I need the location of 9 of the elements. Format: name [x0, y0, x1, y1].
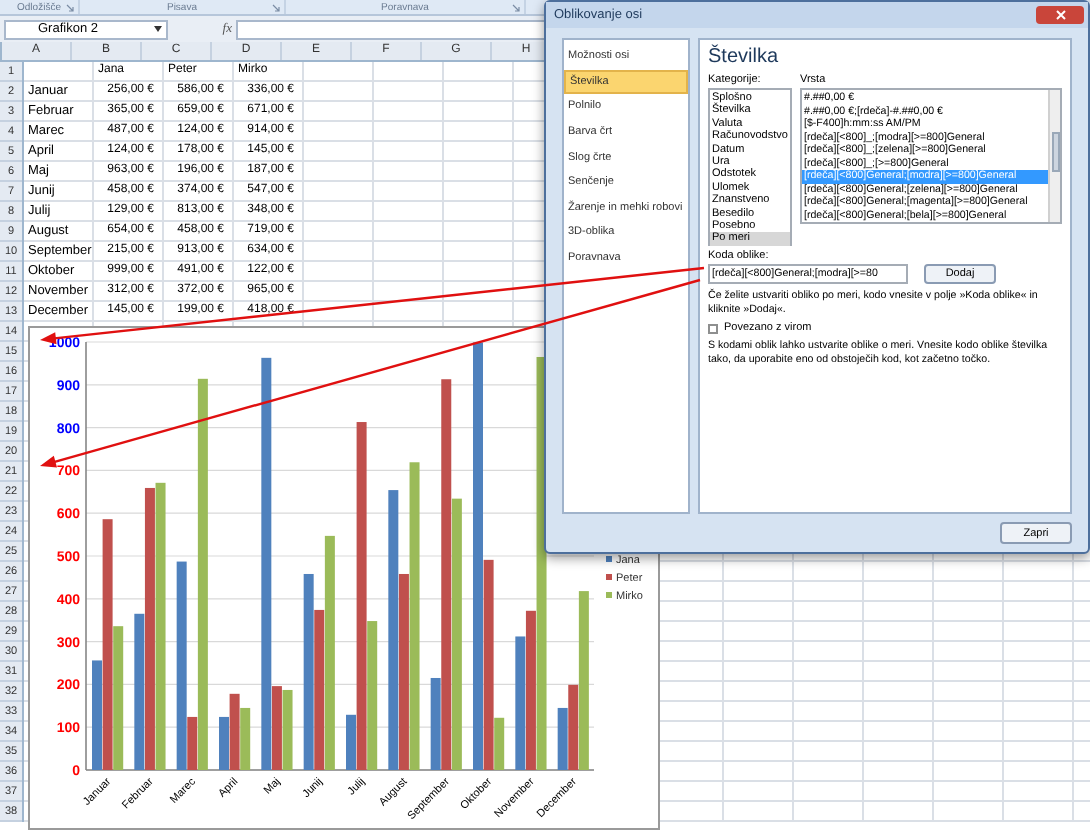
close-icon [1055, 10, 1065, 20]
close-button[interactable] [1036, 6, 1084, 24]
section-heading: Številka [708, 46, 781, 70]
dialog-launcher-icon[interactable] [272, 3, 280, 11]
checkbox[interactable] [708, 323, 718, 333]
dialog-launcher-icon[interactable] [512, 3, 520, 11]
scrollbar[interactable] [1048, 90, 1060, 222]
dialog-launcher-icon[interactable] [66, 3, 74, 11]
caret-icon [154, 26, 162, 32]
